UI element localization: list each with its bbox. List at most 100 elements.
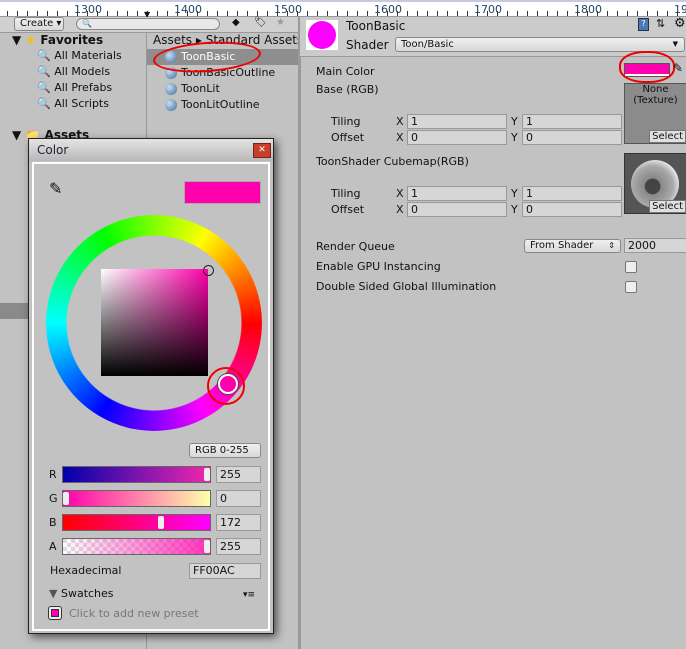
tiling-x-input[interactable]: 1 xyxy=(407,186,507,201)
offset-x-input[interactable]: 0 xyxy=(407,130,507,145)
ruler-tick xyxy=(307,11,308,16)
create-button[interactable]: Create ▾ xyxy=(14,17,64,31)
ruler-tick xyxy=(557,11,558,16)
material-name: ToonBasic xyxy=(346,19,406,33)
search-icon: 🔍 xyxy=(37,81,51,94)
favorites-item-label: All Models xyxy=(54,65,111,78)
slider-thumb[interactable] xyxy=(204,468,210,481)
search-input[interactable]: 🔍 xyxy=(76,18,220,30)
tiling-y-input[interactable]: 1 xyxy=(522,186,622,201)
render-queue-input[interactable]: 2000 xyxy=(624,238,686,253)
channel-value-input[interactable]: 172 xyxy=(216,514,261,531)
eyedropper-icon[interactable]: ✎ xyxy=(49,179,62,198)
channel-slider-r[interactable] xyxy=(62,466,211,483)
timeline-ruler[interactable]: 1300 1400 1500 1600 1700 1800 19 ▼ xyxy=(0,0,686,19)
favorite-star-icon[interactable]: ★ xyxy=(276,17,285,28)
gpu-instancing-checkbox[interactable] xyxy=(625,261,637,273)
eyedropper-icon[interactable]: ✎ xyxy=(673,61,683,75)
add-preset-hint[interactable]: Click to add new preset xyxy=(69,607,199,620)
cubemap-texture-slot[interactable]: Select xyxy=(624,153,686,214)
gear-icon[interactable]: ⚙ xyxy=(674,16,686,31)
offset-y-input[interactable]: 0 xyxy=(522,202,622,217)
swatches-header[interactable]: ▼ Swatches xyxy=(49,587,114,600)
offset-label: Offset xyxy=(331,131,365,144)
close-button[interactable]: ✕ xyxy=(253,143,271,158)
saturation-value-square[interactable] xyxy=(101,269,208,376)
asset-name: ToonLitOutline xyxy=(181,98,260,111)
base-texture-slot[interactable]: None (Texture) Select xyxy=(624,83,686,144)
channel-label: R xyxy=(49,468,57,481)
color-mode-dropdown[interactable]: RGB 0-255 xyxy=(189,443,261,458)
ruler-label: 1800 xyxy=(574,3,602,16)
hex-input[interactable]: FF00AC xyxy=(189,563,261,579)
favorites-item[interactable]: 🔍 All Materials xyxy=(37,49,122,62)
favorites-item[interactable]: 🔍 All Models xyxy=(37,65,110,78)
render-queue-label: Render Queue xyxy=(316,240,395,253)
ruler-tick xyxy=(267,11,268,16)
ruler-tick xyxy=(57,11,58,16)
ruler-tick xyxy=(447,11,448,16)
favorites-item[interactable]: 🔍 All Prefabs xyxy=(37,81,112,94)
selected-folder-row[interactable] xyxy=(0,303,28,319)
label-tag-icon[interactable]: 🏷 xyxy=(254,17,267,28)
color-window-titlebar[interactable]: Color ✕ xyxy=(29,139,273,161)
swatches-label: Swatches xyxy=(60,587,114,600)
favorites-item-label: All Scripts xyxy=(54,97,109,110)
ruler-tick xyxy=(17,11,18,16)
cubemap-label: ToonShader Cubemap(RGB) xyxy=(316,155,469,168)
color-window-title: Color xyxy=(37,143,69,157)
gpu-instancing-label: Enable GPU Instancing xyxy=(316,260,441,273)
ruler-tick xyxy=(257,11,258,16)
tiling-label: Tiling xyxy=(331,115,361,128)
channel-slider-a[interactable] xyxy=(62,538,211,555)
ruler-tick xyxy=(247,11,248,16)
offset-x-input[interactable]: 0 xyxy=(407,202,507,217)
star-icon: ★ xyxy=(25,33,37,47)
preset-swatch[interactable] xyxy=(48,606,62,620)
asset-name: ToonLit xyxy=(181,82,220,95)
tiling-y-input[interactable]: 1 xyxy=(522,114,622,129)
ruler-tick xyxy=(667,11,668,16)
favorites-item-label: All Materials xyxy=(54,49,122,62)
offset-y-input[interactable]: 0 xyxy=(522,130,622,145)
asset-item[interactable]: ToonLit xyxy=(147,81,298,97)
tiling-x-input[interactable]: 1 xyxy=(407,114,507,129)
render-queue-dropdown[interactable]: From Shader ⇕ xyxy=(524,239,621,253)
filter-type-icon[interactable]: ◆ xyxy=(232,17,240,28)
shader-dropdown[interactable]: Toon/Basic ▼ xyxy=(395,37,685,52)
select-cubemap-button[interactable]: Select xyxy=(649,200,686,213)
color-picker-window: Color ✕ ✎ RGB 0-255 R 255 G 0 B 172 A 255 Hexad… xyxy=(28,138,274,634)
color-mode-value: RGB 0-255 xyxy=(195,445,249,456)
slider-thumb[interactable] xyxy=(158,516,165,529)
channel-value-input[interactable]: 255 xyxy=(216,538,261,555)
ruler-label: 19 xyxy=(674,3,686,16)
search-icon: 🔍 xyxy=(37,65,51,78)
channel-slider-b[interactable] xyxy=(62,514,211,531)
ruler-tick xyxy=(327,11,328,16)
main-color-label: Main Color xyxy=(316,65,375,78)
channel-label: B xyxy=(49,516,57,529)
slider-thumb[interactable] xyxy=(204,540,210,553)
select-texture-button[interactable]: Select xyxy=(649,130,686,143)
ruler-tick xyxy=(537,11,538,16)
swatches-menu-icon[interactable]: ▾≡ xyxy=(243,590,255,600)
create-label: Create xyxy=(20,18,54,29)
favorites-item[interactable]: 🔍 All Scripts xyxy=(37,97,109,110)
channel-value-input[interactable]: 0 xyxy=(216,490,261,507)
search-icon: 🔍 xyxy=(37,97,51,110)
channel-value-input[interactable]: 255 xyxy=(216,466,261,483)
ruler-tick xyxy=(7,11,8,16)
asset-item[interactable]: ToonLitOutline xyxy=(147,97,298,113)
ruler-tick xyxy=(47,11,48,16)
channel-slider-g[interactable] xyxy=(62,490,211,507)
preset-settings-icon[interactable]: ⇅ xyxy=(656,17,665,30)
slider-thumb[interactable] xyxy=(63,492,69,505)
help-book-icon[interactable]: ? xyxy=(638,18,649,31)
ruler-tick xyxy=(107,11,108,16)
double-sided-gi-checkbox[interactable] xyxy=(625,281,637,293)
favorites-header[interactable]: ▼ ★ Favorites xyxy=(12,33,103,47)
ruler-tick xyxy=(217,11,218,16)
ruler-tick xyxy=(547,11,548,16)
sv-cursor[interactable] xyxy=(203,265,214,276)
y-label: Y xyxy=(511,115,518,128)
